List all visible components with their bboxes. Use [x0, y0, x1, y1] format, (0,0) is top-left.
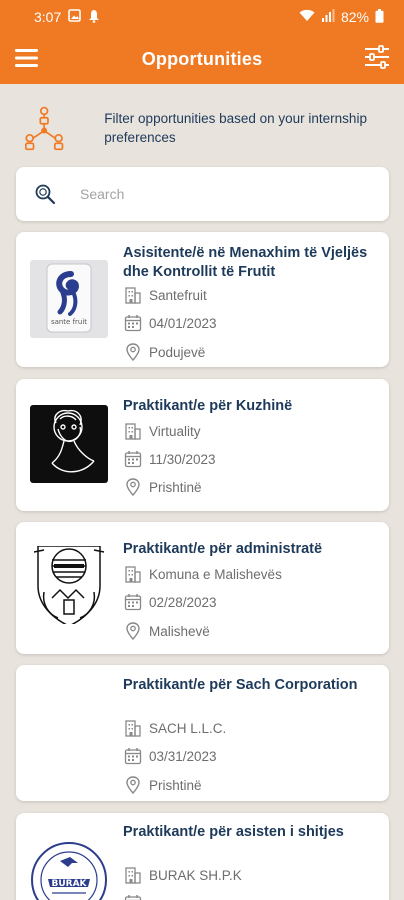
calendar-icon — [123, 592, 143, 612]
building-icon — [123, 718, 143, 738]
santefruit-logo-text: sante fruit — [51, 318, 87, 326]
battery-percent: 82% — [340, 9, 369, 25]
building-icon — [123, 564, 143, 584]
calendar-icon — [123, 746, 143, 766]
filter-button[interactable] — [362, 42, 392, 72]
opportunity-title: Praktikant/e për asisten i shitjes — [123, 824, 344, 840]
company-name: Virtuality — [149, 423, 201, 439]
opportunity-date: 04/01/2023 — [149, 315, 217, 331]
company-row: Santefruit — [123, 285, 207, 305]
opportunity-title: Asisitente/ë në Menaxhim të Vjeljës dhe … — [123, 245, 368, 280]
page-title: Opportunities — [141, 48, 263, 69]
opportunity-date: 02/28/2023 — [149, 594, 217, 610]
battery-icon — [375, 8, 384, 26]
opportunity-title: Praktikant/e për Sach Corporation — [123, 677, 358, 693]
company-name: BURAK SH.P.K — [149, 867, 242, 883]
signal-icon — [321, 9, 335, 25]
app-bar: Opportunities — [0, 34, 404, 84]
filter-hint: Filter opportunities based on your inter… — [22, 100, 392, 156]
company-row: Virtuality — [123, 421, 201, 441]
menu-button[interactable] — [14, 44, 40, 72]
company-logo — [30, 546, 108, 624]
opportunity-card[interactable]: sante fruit Asisitente/ë në Menaxhim të … — [16, 232, 389, 367]
status-bar: 3:07 82% — [0, 0, 404, 34]
gallery-notification-icon — [68, 9, 82, 25]
opportunity-title: Praktikant/e për administratë — [123, 541, 323, 557]
company-logo — [30, 405, 108, 483]
search-icon — [35, 184, 56, 205]
opportunity-location: Prishtinë — [149, 479, 202, 495]
location-row: Prishtinë — [123, 775, 202, 795]
location-row: Prishtinë — [123, 477, 202, 497]
building-icon — [123, 285, 143, 305]
building-icon — [123, 421, 143, 441]
search-bar[interactable] — [16, 167, 389, 221]
status-time: 3:07 — [34, 9, 62, 25]
opportunity-location: Malishevë — [149, 623, 210, 639]
date-row: 11/30/2023 — [123, 449, 216, 469]
company-logo: BURAK — [30, 841, 108, 900]
company-name: Komuna e Malishevës — [149, 566, 282, 582]
opportunity-card[interactable]: BURAK Praktikant/e për asisten i shitjes… — [16, 813, 389, 900]
sliders-icon — [365, 45, 389, 69]
filter-hint-text: Filter opportunities based on your inter… — [104, 111, 367, 145]
location-pin-icon — [123, 775, 143, 795]
calendar-icon — [123, 313, 143, 333]
date-row: 02/28/2023 — [123, 592, 217, 612]
company-name: Santefruit — [149, 287, 207, 303]
opportunity-card[interactable]: Praktikant/e për Sach Corporation SACH L… — [16, 665, 389, 801]
location-row: Malishevë — [123, 621, 210, 641]
calendar-icon — [123, 893, 143, 900]
company-row: Komuna e Malishevës — [123, 564, 282, 584]
date-row — [123, 893, 149, 900]
opportunity-card[interactable]: Praktikant/e për administratë Komuna e M… — [16, 522, 389, 654]
company-name: SACH L.L.C. — [149, 720, 227, 736]
company-row: BURAK SH.P.K — [123, 865, 242, 885]
company-row: SACH L.L.C. — [123, 718, 226, 738]
location-pin-icon — [123, 477, 143, 497]
building-icon — [123, 865, 143, 885]
network-nodes-icon — [24, 106, 64, 151]
hamburger-menu-icon — [15, 49, 38, 67]
location-pin-icon — [123, 342, 143, 362]
company-logo: sante fruit — [30, 260, 108, 338]
location-row: Podujevë — [123, 342, 205, 362]
burak-logo-text: BURAK — [51, 879, 87, 889]
calendar-icon — [123, 449, 143, 469]
location-pin-icon — [123, 621, 143, 641]
opportunity-date: 03/31/2023 — [149, 748, 217, 764]
date-row: 03/31/2023 — [123, 746, 217, 766]
opportunity-date: 11/30/2023 — [149, 451, 216, 467]
opportunity-location: Podujevë — [149, 344, 206, 360]
opportunity-card[interactable]: Praktikant/e për Kuzhinë Virtuality 11/3… — [16, 379, 389, 511]
app-notification-icon — [88, 9, 100, 26]
opportunity-location: Prishtinë — [149, 777, 202, 793]
wifi-icon — [299, 9, 315, 25]
search-input[interactable] — [80, 186, 340, 202]
date-row: 04/01/2023 — [123, 313, 217, 333]
opportunity-title: Praktikant/e për Kuzhinë — [123, 398, 293, 414]
